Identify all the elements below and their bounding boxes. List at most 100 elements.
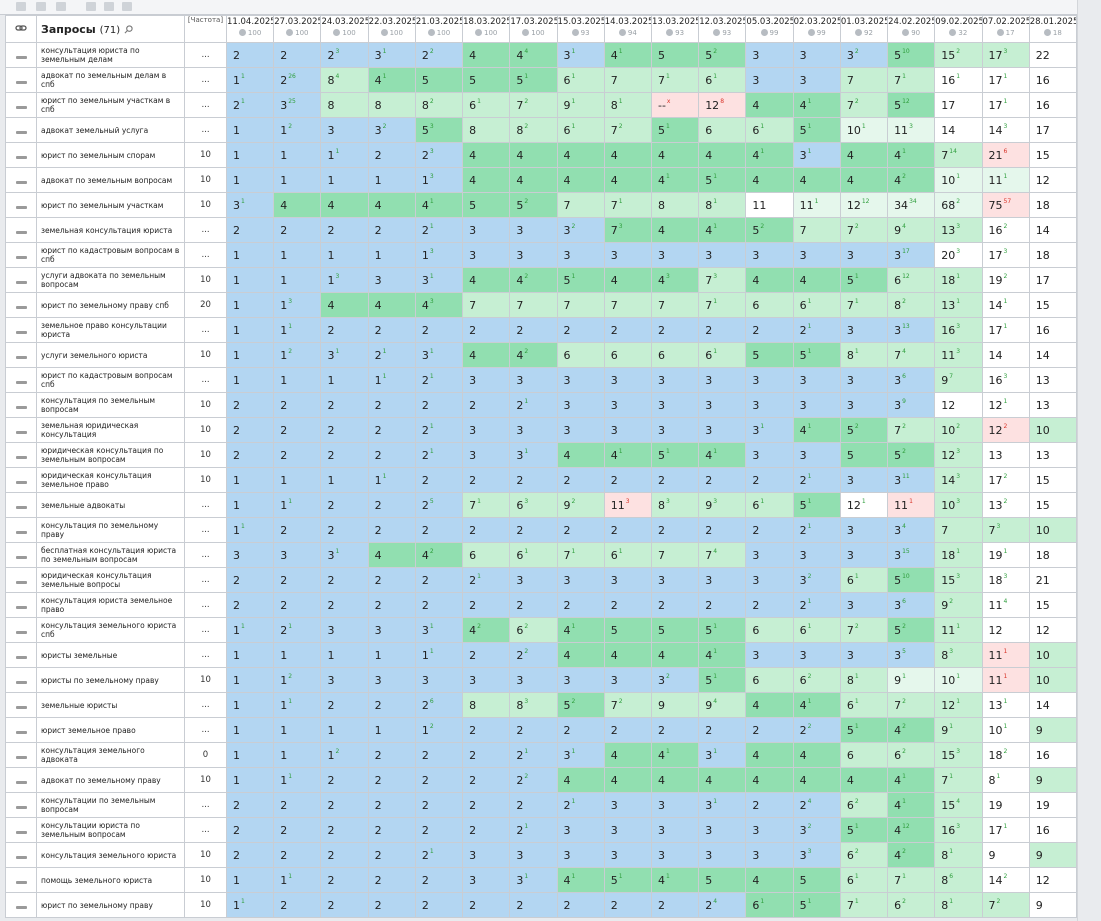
position-cell[interactable]: 3 [556,417,605,443]
position-cell[interactable]: 3 [556,567,605,593]
row-handle[interactable] [5,417,37,443]
position-cell[interactable]: 1 [225,467,275,493]
position-cell[interactable]: 2 [320,217,369,243]
position-cell[interactable]: 1 [225,292,275,318]
position-cell[interactable]: 13 [1028,367,1078,393]
position-cell[interactable]: 4 [367,542,416,568]
position-cell[interactable]: 3 [650,242,700,268]
position-cell[interactable]: 512 [887,92,936,118]
position-cell[interactable]: 2 [367,842,416,868]
position-cell[interactable]: 1 [367,642,416,668]
position-cell[interactable]: 9 [1028,842,1078,868]
position-cell[interactable]: 41 [414,192,464,218]
position-cell[interactable]: 2 [367,742,416,768]
link-column-header[interactable] [5,15,37,43]
position-cell[interactable]: 4 [556,642,605,668]
position-cell[interactable]: 2 [367,792,416,818]
position-cell[interactable]: 7 [509,292,558,318]
position-cell[interactable]: 2 [320,817,369,843]
query-cell[interactable]: юрист по земельному праву спб [36,292,185,318]
query-cell[interactable]: юридическая консультация земельные вопро… [36,567,185,593]
position-cell[interactable]: 1 [225,767,275,793]
position-cell[interactable]: 31 [367,42,416,68]
position-cell[interactable]: 41 [650,867,700,893]
position-cell[interactable]: 154 [934,792,983,818]
position-cell[interactable]: 51 [698,667,747,693]
position-cell[interactable]: 23 [414,142,464,168]
date-column-header[interactable]: 27.03.2025 100 [273,15,322,43]
query-cell[interactable]: юристы по земельному праву [36,667,185,693]
position-cell[interactable]: 44 [509,42,558,68]
row-handle[interactable] [5,517,37,543]
position-cell[interactable]: 22 [1028,42,1078,68]
position-cell[interactable]: 2 [414,567,464,593]
position-cell[interactable]: 2 [745,517,794,543]
position-cell[interactable]: 2 [414,592,464,618]
position-cell[interactable]: 2 [320,417,369,443]
table-row[interactable]: юрист по земельному праву спб 20 1 13 4 4 43 7 7… [5,292,1078,318]
search-icon[interactable] [124,24,133,34]
position-cell[interactable]: 24 [698,892,747,918]
position-cell[interactable]: 3 [367,267,416,293]
position-cell[interactable]: 81 [698,192,747,218]
position-cell[interactable]: 3 [650,417,700,443]
position-cell[interactable]: 3 [556,842,605,868]
row-handle[interactable] [5,642,37,668]
position-cell[interactable]: 2 [650,592,700,618]
position-cell[interactable]: 2 [603,467,652,493]
position-cell[interactable]: 2 [556,517,605,543]
position-cell[interactable]: 61 [839,867,889,893]
position-cell[interactable]: 25 [414,492,464,518]
position-cell[interactable]: 17 [1028,117,1078,143]
position-cell[interactable]: 61 [698,67,747,93]
query-cell[interactable]: консультация земельного юриста спб [36,617,185,643]
position-cell[interactable]: 2 [462,717,511,743]
position-cell[interactable]: 81 [981,767,1030,793]
row-handle[interactable] [5,92,37,118]
position-cell[interactable]: 7 [650,542,700,568]
table-row[interactable]: адвокат по земельным вопросам 10 1 1 1 1 13 4 4 4… [5,167,1078,193]
position-cell[interactable]: 2 [745,717,794,743]
table-row[interactable]: юрист по земельным участкам 10 31 4 4 4 41 5 52 7… [5,192,1078,218]
query-cell[interactable]: адвокат по земельным вопросам [36,167,185,193]
position-cell[interactable]: 61 [839,692,889,718]
position-cell[interactable]: 183 [981,567,1030,593]
position-cell[interactable]: 39 [887,392,936,418]
position-cell[interactable]: 41 [698,217,747,243]
position-cell[interactable]: 122 [981,417,1030,443]
position-cell[interactable]: 71 [839,892,889,918]
position-cell[interactable]: 86 [934,867,983,893]
position-cell[interactable]: 153 [934,567,983,593]
position-cell[interactable]: 62 [839,792,889,818]
position-cell[interactable]: 3434 [887,192,936,218]
position-cell[interactable]: 42 [887,167,936,193]
position-cell[interactable]: 7 [792,217,841,243]
position-cell[interactable]: 1 [225,317,275,343]
position-cell[interactable]: 2 [320,592,369,618]
position-cell[interactable]: 73 [698,267,747,293]
position-cell[interactable]: 13 [981,442,1030,468]
position-cell[interactable]: 21 [225,92,275,118]
position-cell[interactable]: 1 [273,167,322,193]
position-cell[interactable]: 3 [698,417,747,443]
table-row[interactable]: земельная юридическая консультация 10 2 2 2 2… [5,417,1078,443]
position-cell[interactable]: 5 [698,867,747,893]
position-cell[interactable]: 114 [981,592,1030,618]
position-cell[interactable]: 173 [981,42,1030,68]
position-cell[interactable]: 7 [603,67,652,93]
position-cell[interactable]: 21 [1028,567,1078,593]
position-cell[interactable]: 6 [839,742,889,768]
position-cell[interactable]: 3 [745,442,794,468]
position-cell[interactable]: 35 [887,642,936,668]
position-cell[interactable]: 1 [273,142,322,168]
position-cell[interactable]: 41 [887,142,936,168]
folder-icon[interactable] [122,2,132,11]
position-cell[interactable]: 21 [414,842,464,868]
position-cell[interactable]: 61 [792,617,841,643]
position-cell[interactable]: 121 [839,492,889,518]
position-cell[interactable]: 81 [934,892,983,918]
position-cell[interactable]: 2 [320,517,369,543]
position-cell[interactable]: 3 [462,842,511,868]
position-cell[interactable]: 3 [320,117,369,143]
table-row[interactable]: помощь земельного юриста 10 1 11 2 2 2 3 31 41 51 4… [5,867,1078,893]
